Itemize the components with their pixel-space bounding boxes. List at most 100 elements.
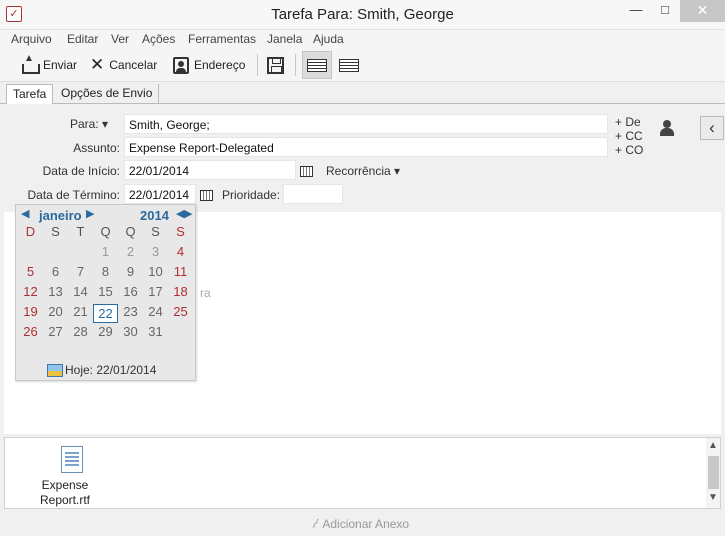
calendar-icon[interactable]	[300, 166, 313, 177]
calendar-day[interactable]: 5	[18, 264, 43, 279]
start-date-field[interactable]: 22/01/2014	[124, 160, 296, 180]
today-icon	[47, 363, 63, 377]
calendar-day[interactable]: 3	[143, 244, 168, 259]
add-attachment-label: Adicionar Anexo	[322, 517, 410, 531]
calendar-day[interactable]: 14	[68, 284, 93, 299]
next-month-arrow-icon[interactable]: ▶	[86, 207, 95, 220]
send-button[interactable]: Enviar	[20, 53, 77, 76]
priority-label: Prioridade:	[222, 188, 281, 202]
window-title: Tarefa Para: Smith, George	[271, 6, 454, 23]
calendar-day[interactable]: 20	[43, 304, 68, 319]
chevron-down-icon: ▾	[101, 117, 108, 131]
body-placeholder: ra	[200, 286, 211, 300]
view-plain-button[interactable]	[334, 51, 364, 79]
calendar-day[interactable]: 2	[118, 244, 143, 259]
due-date-field[interactable]: 22/01/2014	[124, 184, 196, 204]
menu-ver[interactable]: Ver	[111, 32, 129, 46]
date-picker-header: ◀ janeiro ▶ 2014 ◀ ▶	[16, 207, 197, 225]
calendar-day[interactable]: 11	[168, 264, 193, 279]
plain-view-icon	[339, 58, 359, 72]
save-button[interactable]	[267, 54, 284, 76]
calendar-day[interactable]: 8	[93, 264, 118, 279]
calendar-icon[interactable]	[200, 190, 213, 201]
calendar-day[interactable]: 16	[118, 284, 143, 299]
weekday-header: Q	[125, 224, 136, 239]
document-icon[interactable]	[61, 446, 83, 473]
paperclip-icon: ⌇	[308, 515, 323, 532]
calendar-day[interactable]: 7	[68, 264, 93, 279]
to-field[interactable]: Smith, George;	[124, 114, 608, 134]
subject-field[interactable]: Expense Report-Delegated	[124, 137, 608, 157]
calendar-day[interactable]: 29	[93, 324, 118, 339]
send-icon	[20, 53, 40, 74]
next-year-arrow-icon[interactable]: ▶	[184, 207, 193, 220]
minimize-button[interactable]: —	[622, 0, 650, 22]
menu-editar[interactable]: Editar	[67, 32, 98, 46]
attachment-file-name[interactable]: Expense Report.rtf	[35, 478, 95, 508]
tab-opcoes-envio[interactable]: Opções de Envio	[55, 84, 160, 105]
calendar-day[interactable]: 13	[43, 284, 68, 299]
calendar-day[interactable]: 28	[68, 324, 93, 339]
prev-month-arrow-icon[interactable]: ◀	[21, 207, 30, 220]
add-cc-link[interactable]: + CC	[615, 129, 643, 143]
toolbar: Enviar ✕ Cancelar Endereço	[0, 48, 725, 82]
address-button[interactable]: Endereço	[173, 54, 245, 76]
menu-janela[interactable]: Janela	[267, 32, 302, 46]
address-book-icon	[173, 56, 189, 74]
priority-field[interactable]	[283, 184, 343, 204]
maximize-button[interactable]: □	[651, 0, 679, 22]
calendar-day[interactable]: 21	[68, 304, 93, 319]
calendar-day[interactable]: 12	[18, 284, 43, 299]
calendar-day[interactable]: 10	[143, 264, 168, 279]
date-picker-popup: ◀ janeiro ▶ 2014 ◀ ▶ D S T Q Q S S 1 2 3 4 5 6 7 8 9 10 1…	[15, 204, 196, 381]
collapse-panel-button[interactable]: ‹	[700, 116, 724, 140]
calendar-day[interactable]: 27	[43, 324, 68, 339]
title-bar: ✓ Tarefa Para: Smith, George — □ ✕	[0, 0, 725, 30]
menu-arquivo[interactable]: Arquivo	[11, 32, 52, 46]
menu-ferramentas[interactable]: Ferramentas	[188, 32, 256, 46]
person-icon[interactable]	[659, 120, 675, 136]
scroll-up-arrow-icon[interactable]: ▲	[706, 440, 720, 451]
today-button[interactable]: Hoje: 22/01/2014	[47, 363, 156, 377]
calendar-day[interactable]: 9	[118, 264, 143, 279]
subject-label: Assunto:	[73, 141, 120, 155]
menu-acoes[interactable]: Ações	[142, 32, 175, 46]
add-from-link[interactable]: + De	[615, 115, 641, 129]
calendar-day[interactable]: 22	[93, 304, 118, 323]
cancel-label: Cancelar	[109, 58, 158, 72]
due-date-label: Data de Término:	[27, 188, 121, 202]
to-label[interactable]: Para: ▾	[40, 117, 108, 131]
calendar-day[interactable]: 30	[118, 324, 143, 339]
scroll-thumb[interactable]	[708, 456, 719, 489]
add-bcc-link[interactable]: + CO	[615, 143, 643, 157]
address-label: Endereço	[194, 58, 246, 72]
calendar-day[interactable]: 4	[168, 244, 193, 259]
scroll-down-arrow-icon[interactable]: ▼	[706, 492, 720, 503]
calendar-day[interactable]: 1	[93, 244, 118, 259]
calendar-day[interactable]: 15	[93, 284, 118, 299]
calendar-day[interactable]: 17	[143, 284, 168, 299]
tab-strip: Tarefa Opções de Envio	[0, 82, 725, 105]
message-view-icon	[307, 58, 327, 72]
view-message-button[interactable]	[302, 51, 332, 79]
calendar-day[interactable]: 31	[143, 324, 168, 339]
calendar-day[interactable]: 25	[168, 304, 193, 319]
cancel-button[interactable]: ✕ Cancelar	[90, 54, 157, 76]
recurrence-dropdown[interactable]: Recorrência ▾	[326, 164, 400, 178]
tab-tarefa[interactable]: Tarefa	[6, 84, 54, 105]
add-attachment-button[interactable]: ⌇ Adicionar Anexo	[309, 516, 410, 532]
calendar-day[interactable]: 19	[18, 304, 43, 319]
attachments-scrollbar[interactable]: ▲ ▼	[706, 438, 720, 508]
menu-ajuda[interactable]: Ajuda	[313, 32, 344, 46]
weekday-header: D	[25, 224, 36, 239]
close-button[interactable]: ✕	[680, 0, 725, 22]
calendar-day[interactable]: 24	[143, 304, 168, 319]
calendar-day[interactable]: 6	[43, 264, 68, 279]
save-icon	[267, 56, 284, 74]
calendar-day[interactable]: 18	[168, 284, 193, 299]
weekday-header: T	[76, 224, 85, 239]
calendar-day[interactable]: 26	[18, 324, 43, 339]
calendar-day[interactable]: 23	[118, 304, 143, 319]
prev-year-arrow-icon[interactable]: ◀	[176, 207, 185, 220]
chevron-down-icon: ▾	[394, 164, 401, 178]
